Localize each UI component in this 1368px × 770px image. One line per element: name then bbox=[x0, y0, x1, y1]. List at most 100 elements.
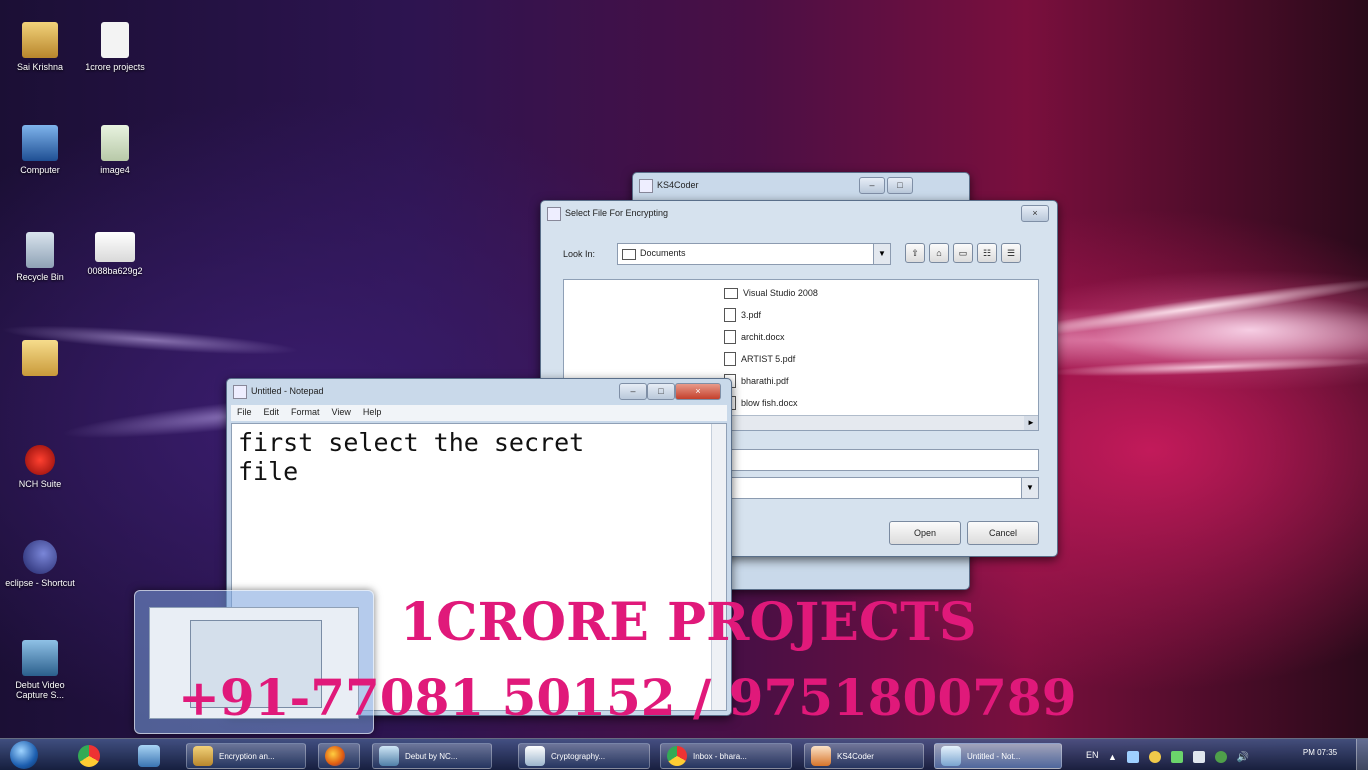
list-item[interactable]: ARTIST 5.pdf bbox=[724, 348, 818, 370]
chrome-quicklaunch-icon[interactable] bbox=[78, 745, 100, 767]
close-button[interactable]: × bbox=[675, 383, 721, 400]
cryptography-icon bbox=[525, 746, 545, 766]
notepad-content: first select the secret file bbox=[238, 428, 585, 486]
list-item[interactable]: blow fish.docx bbox=[724, 392, 818, 414]
language-indicator[interactable]: EN bbox=[1086, 750, 1099, 760]
tray-app-icon[interactable] bbox=[1170, 751, 1183, 763]
taskbar-label: Encryption an... bbox=[219, 751, 275, 761]
dialog-close-button[interactable]: × bbox=[1021, 205, 1049, 222]
taskbar-label: Untitled - Not... bbox=[967, 751, 1021, 761]
desktop-icon-folder[interactable] bbox=[0, 340, 80, 380]
list-view-button[interactable]: ☷ bbox=[977, 243, 997, 263]
clock[interactable]: PM 07:35 bbox=[1290, 748, 1350, 757]
taskbar-item-inbox[interactable]: Inbox - bhara... bbox=[660, 743, 792, 769]
new-folder-button[interactable]: ▭ bbox=[953, 243, 973, 263]
notepad-icon bbox=[941, 746, 961, 766]
tray-app-icon[interactable] bbox=[1126, 751, 1139, 763]
taskbar-item-firefox[interactable] bbox=[318, 743, 360, 769]
notepad-titlebar[interactable]: Untitled - Notepad – □ × bbox=[227, 379, 731, 403]
firefox-icon bbox=[325, 746, 345, 766]
chevron-right-icon[interactable]: ► bbox=[1024, 416, 1038, 430]
file-name: archit.docx bbox=[741, 332, 785, 342]
tray-arrow-icon[interactable]: ▲ bbox=[1108, 752, 1117, 762]
show-desktop-button[interactable] bbox=[1356, 739, 1368, 770]
desktop-icon-recycle-bin[interactable]: Recycle Bin bbox=[0, 232, 80, 282]
java-icon bbox=[639, 179, 653, 193]
menu-format[interactable]: Format bbox=[285, 405, 326, 421]
desktop-icon-label: image4 bbox=[100, 165, 130, 175]
debut-app-icon bbox=[379, 746, 399, 766]
desktop-icon-sai-krishna[interactable]: Sai Krishna bbox=[0, 22, 80, 72]
file-dialog-titlebar[interactable]: Select File For Encrypting × bbox=[541, 201, 1057, 225]
desktop-icon-label: 0088ba629g2 bbox=[87, 266, 143, 276]
desktop-icon-debut-video[interactable]: Debut Video Capture S... bbox=[0, 640, 80, 700]
chrome-icon bbox=[667, 746, 687, 766]
kscoder-titlebar[interactable]: KS4Coder – □ bbox=[633, 173, 969, 197]
java-icon bbox=[547, 207, 561, 221]
taskbar-label: Cryptography... bbox=[551, 751, 606, 761]
chevron-down-icon[interactable]: ▼ bbox=[1021, 478, 1038, 498]
maximize-button[interactable]: □ bbox=[887, 177, 913, 194]
taskbar-item-cryptography[interactable]: Cryptography... bbox=[518, 743, 650, 769]
look-in-select[interactable]: Documents ▼ bbox=[617, 243, 891, 265]
desktop-icon-label: Sai Krishna bbox=[16, 62, 64, 72]
computer-icon bbox=[22, 125, 58, 161]
desktop-icon-nch-suite[interactable]: NCH Suite bbox=[0, 445, 80, 489]
desktop-icon-label: eclipse - Shortcut bbox=[5, 578, 75, 588]
tray-app-icon[interactable] bbox=[1148, 751, 1161, 763]
watermark-line1: 1CRORE PROJECTS bbox=[400, 592, 977, 653]
folder-icon bbox=[22, 340, 58, 376]
list-item[interactable]: Visual Studio 2008 bbox=[724, 282, 818, 304]
desktop-icon-image4[interactable]: image4 bbox=[75, 125, 155, 175]
user-folder-icon bbox=[22, 22, 58, 58]
start-button[interactable] bbox=[10, 741, 38, 769]
desktop-icon-label: 1crore projects bbox=[85, 62, 145, 72]
minimize-button[interactable]: – bbox=[619, 383, 647, 400]
taskbar-label: Debut by NC... bbox=[405, 751, 458, 761]
look-in-label: Look In: bbox=[563, 249, 596, 259]
chevron-down-icon[interactable]: ▼ bbox=[873, 244, 890, 264]
notepad-icon bbox=[233, 385, 247, 399]
image-file-icon bbox=[95, 232, 135, 262]
tray-app-icon[interactable] bbox=[1214, 751, 1227, 763]
list-item[interactable]: archit.docx bbox=[724, 326, 818, 348]
image-file-icon bbox=[101, 125, 129, 161]
taskbar-item-debut[interactable]: Debut by NC... bbox=[372, 743, 492, 769]
details-view-button[interactable]: ☰ bbox=[1001, 243, 1021, 263]
desktop-icon-label: Computer bbox=[20, 165, 60, 175]
taskbar-label: KS4Coder bbox=[837, 751, 874, 761]
home-button[interactable]: ⌂ bbox=[929, 243, 949, 263]
volume-icon[interactable]: 🔊 bbox=[1237, 752, 1249, 763]
maximize-button[interactable]: □ bbox=[647, 383, 675, 400]
cancel-button[interactable]: Cancel bbox=[967, 521, 1039, 545]
file-icon bbox=[101, 22, 129, 58]
desktop-icon-1crore-projects[interactable]: 1crore projects bbox=[75, 22, 155, 72]
menu-help[interactable]: Help bbox=[357, 405, 388, 421]
up-folder-button[interactable]: ⇧ bbox=[905, 243, 925, 263]
file-name-field[interactable] bbox=[717, 449, 1039, 471]
open-button[interactable]: Open bbox=[889, 521, 961, 545]
desktop-icon-eclipse[interactable]: eclipse - Shortcut bbox=[0, 540, 80, 588]
folder-icon bbox=[622, 249, 636, 260]
folder-app-icon bbox=[193, 746, 213, 766]
file-type-select[interactable]: ▼ bbox=[717, 477, 1039, 499]
list-item[interactable]: bharathi.pdf bbox=[724, 370, 818, 392]
network-quicklaunch-icon[interactable] bbox=[138, 745, 160, 767]
taskbar-item-notepad[interactable]: Untitled - Not... bbox=[934, 743, 1062, 769]
taskbar-item-encryption[interactable]: Encryption an... bbox=[186, 743, 306, 769]
network-icon[interactable] bbox=[1192, 751, 1205, 763]
taskbar-item-kscoder[interactable]: KS4Coder bbox=[804, 743, 924, 769]
menu-view[interactable]: View bbox=[326, 405, 357, 421]
desktop-icon-computer[interactable]: Computer bbox=[0, 125, 80, 175]
desktop-icon-label: NCH Suite bbox=[18, 479, 62, 489]
list-item[interactable]: 3.pdf bbox=[724, 304, 818, 326]
recycle-bin-icon bbox=[26, 232, 54, 268]
desktop-icon-image[interactable]: 0088ba629g2 bbox=[75, 232, 155, 276]
file-icon bbox=[724, 308, 736, 322]
clock-time: PM 07:35 bbox=[1302, 748, 1338, 757]
minimize-button[interactable]: – bbox=[859, 177, 885, 194]
menu-file[interactable]: File bbox=[231, 405, 258, 421]
menu-edit[interactable]: Edit bbox=[258, 405, 286, 421]
java-icon bbox=[811, 746, 831, 766]
file-name: 3.pdf bbox=[741, 310, 762, 320]
